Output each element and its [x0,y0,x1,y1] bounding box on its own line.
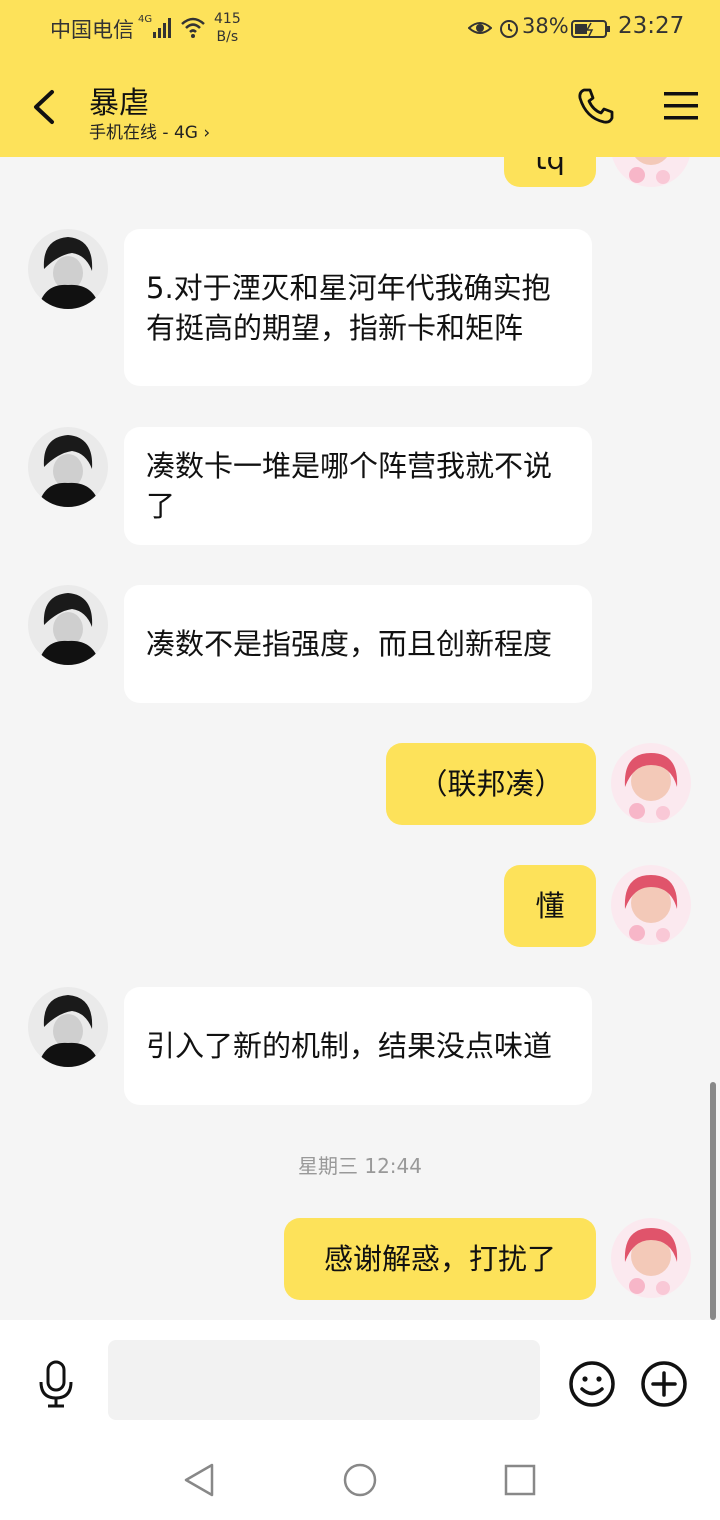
signal-icon [153,18,171,38]
avatar-image [611,1218,691,1298]
microphone-icon[interactable] [36,1360,76,1408]
message-bubble-incoming[interactable]: 引入了新的机制，结果没点味道 [124,987,592,1105]
message-bubble-outgoing[interactable]: 感谢解惑，打扰了 [284,1218,596,1300]
avatar-image [28,585,108,665]
emoji-icon[interactable] [568,1360,616,1408]
eye-comfort-icon [468,22,492,34]
contact-avatar[interactable] [28,585,108,665]
message-bubble-outgoing[interactable]: tq [504,157,596,187]
avatar-image [28,427,108,507]
nav-recents-icon[interactable] [502,1462,538,1498]
my-avatar[interactable] [611,743,691,823]
back-arrow-icon[interactable] [30,88,58,126]
avatar-image [611,865,691,945]
network-type: 4G [138,14,153,25]
clock: 23:27 [618,13,685,39]
contact-name[interactable]: 暴虐 [89,78,149,122]
my-avatar[interactable] [611,157,691,187]
battery-percent: 38% [522,14,569,38]
avatar-image [611,743,691,823]
chat-list[interactable]: tq 5.对于湮灭和星河年代我确实抱有挺高的期望，指新卡和矩阵 凑数卡一堆是哪个 [0,157,720,1320]
carrier-label: 中国电信 [50,18,134,42]
message-bubble-outgoing[interactable]: （联邦凑） [386,743,596,825]
avatar-image [611,157,691,187]
contact-avatar[interactable] [28,229,108,309]
online-status[interactable]: 手机在线 - 4G › [89,118,210,143]
message-bubble-incoming[interactable]: 凑数卡一堆是哪个阵营我就不说了 [124,427,592,545]
message-input[interactable] [108,1340,540,1420]
message-bubble-incoming[interactable]: 5.对于湮灭和星河年代我确实抱有挺高的期望，指新卡和矩阵 [124,229,592,386]
nav-back-icon[interactable] [182,1462,218,1498]
phone-call-icon[interactable] [576,86,616,126]
my-avatar[interactable] [611,865,691,945]
message-timestamp: 星期三 12:44 [298,1154,422,1178]
menu-icon[interactable] [663,88,699,124]
add-more-icon[interactable] [640,1360,688,1408]
message-bubble-outgoing[interactable]: 懂 [504,865,596,947]
chat-header: 暴虐 手机在线 - 4G › [0,58,720,157]
system-nav-bar [0,1440,720,1520]
contact-avatar[interactable] [28,987,108,1067]
network-speed: 415 B/s [214,11,241,45]
top-bar: 中国电信 4G 415 B/s 38% 23:27 暴虐 手机在线 - 4G › [0,0,720,157]
scrollbar[interactable] [710,1082,716,1320]
avatar-image [28,987,108,1067]
avatar-image [28,229,108,309]
status-bar: 中国电信 4G 415 B/s 38% 23:27 [0,0,720,58]
my-avatar[interactable] [611,1218,691,1298]
message-bubble-incoming[interactable]: 凑数不是指强度，而且创新程度 [124,585,592,703]
battery-icon [571,20,610,38]
alarm-icon [500,20,518,38]
wifi-icon [181,17,205,38]
nav-home-icon[interactable] [342,1462,378,1498]
contact-avatar[interactable] [28,427,108,507]
input-bar [0,1320,720,1440]
